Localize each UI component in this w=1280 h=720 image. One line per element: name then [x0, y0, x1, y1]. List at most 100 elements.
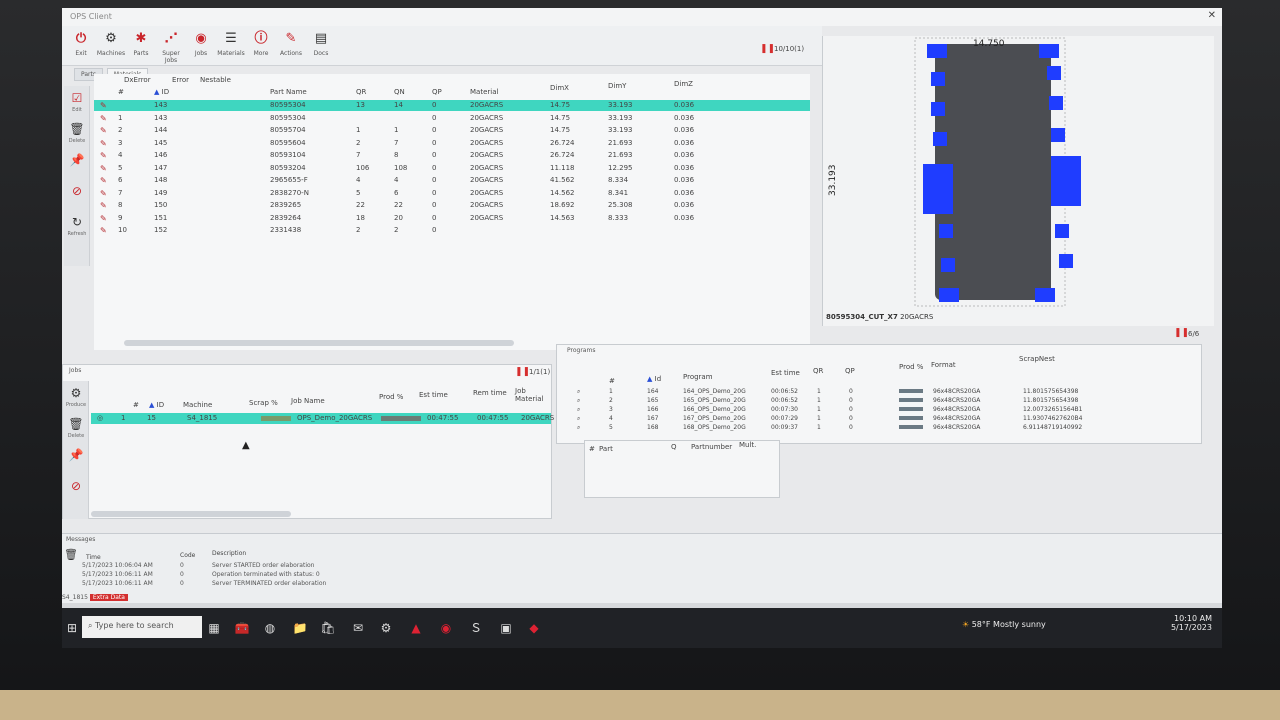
col-partname[interactable]: Part Name	[270, 88, 307, 96]
refresh-button[interactable]: ↻ Refresh	[66, 213, 88, 241]
table-row[interactable]: ✎ 9 151 2839264 18 20 0 20GACRS 14.563 8.333 0.036	[94, 213, 810, 224]
pl-col-mult[interactable]: Mult.	[739, 441, 756, 449]
jobs-col-id[interactable]: ▲ ID	[149, 401, 164, 409]
materials-button[interactable]: ☰ Materials	[216, 30, 246, 64]
prog-col-qp[interactable]: QP	[845, 367, 855, 375]
pl-col-num[interactable]: #	[589, 445, 595, 453]
prog-col-num[interactable]: #	[609, 377, 615, 385]
prog-col-program[interactable]: Program	[683, 373, 713, 381]
chrome-icon[interactable]: ◍	[260, 618, 280, 638]
pl-col-part[interactable]: Part	[599, 445, 613, 453]
jobs-hscroll[interactable]	[91, 511, 291, 517]
col-dimx[interactable]: DimX	[550, 84, 569, 92]
msg-col-time[interactable]: Time	[86, 554, 101, 561]
tab-messages[interactable]: Messages	[66, 536, 95, 543]
table-row[interactable]: ✎ 4 146 80593104 7 8 0 20GACRS 26.724 21.693 0.036	[94, 150, 810, 161]
table-row[interactable]: ✎ 6 148 2965655-F 4 4 0 20GACRS 41.562 8.334 0.036	[94, 175, 810, 186]
app-triangle-icon[interactable]: ▲	[406, 618, 426, 638]
machines-button[interactable]: ⚙ Machines	[96, 30, 126, 64]
prog-col-format[interactable]: Format	[931, 361, 956, 369]
table-row[interactable]: ✎ 143 80595304 13 14 0 20GACRS 14.75 33.193 0.036	[94, 100, 810, 111]
table-row[interactable]: ✎ 3 145 80595604 2 7 0 20GACRS 26.724 21.693 0.036	[94, 138, 810, 149]
app-circle-icon[interactable]: ◉	[436, 618, 456, 638]
more-button[interactable]: ⓘ More	[246, 30, 276, 64]
msg-col-desc[interactable]: Description	[212, 550, 246, 557]
jobs-pause-icon[interactable]: ❚❚	[515, 367, 530, 377]
col-qr[interactable]: QR	[356, 88, 366, 96]
table-row[interactable]: ✎ 8 150 2839265 22 22 0 20GACRS 18.692 25.308 0.03…	[94, 200, 810, 211]
msg-col-code[interactable]: Code	[180, 552, 195, 559]
toolbox-icon[interactable]: 🧰	[232, 618, 252, 638]
col-num[interactable]: #	[118, 88, 124, 96]
search-icon[interactable]: ⌕	[577, 388, 580, 396]
filter-error[interactable]: Error	[172, 76, 189, 84]
table-row[interactable]: ✎ 1 143 80595304 0 20GACRS 14.75 33.193 0.036	[94, 113, 810, 124]
app-s-icon[interactable]: Ｓ	[466, 618, 486, 638]
app-ops-icon[interactable]: ◆	[524, 618, 544, 638]
clock[interactable]: 10:10 AM 5/17/2023	[1171, 614, 1212, 632]
tab-programs[interactable]: Programs	[567, 347, 595, 354]
program-row[interactable]: ⌕ 5 168 168_OPS_Demo_20G 00:09:37 1 0 96x48CRS2…	[577, 423, 1177, 434]
parts-button[interactable]: ✱ Parts	[126, 30, 156, 64]
taskbar-search[interactable]: ⌕ Type here to search	[82, 616, 202, 638]
clear-messages-icon[interactable]: 🗑	[64, 548, 78, 561]
file-explorer-icon[interactable]: 📁	[290, 618, 310, 638]
prog-col-est[interactable]: Est time	[771, 369, 800, 377]
task-view-icon[interactable]: ▦	[204, 618, 224, 638]
close-icon[interactable]: ✕	[1208, 10, 1216, 21]
windows-start-icon[interactable]: ⊞	[62, 618, 82, 638]
jobs-col-est[interactable]: Est time	[419, 391, 448, 399]
search-icon[interactable]: ⌕	[577, 415, 580, 423]
jobs-col-jobname[interactable]: Job Name	[291, 397, 325, 405]
col-dimy[interactable]: DimY	[608, 82, 626, 90]
jobs-col-machine[interactable]: Machine	[183, 401, 212, 409]
job-stop-button[interactable]: ⊘	[65, 477, 87, 505]
jobs-col-rem[interactable]: Rem time	[473, 389, 507, 397]
weather-widget[interactable]: ☀ 58°F Mostly sunny	[962, 620, 1046, 629]
table-row[interactable]: ✎ 5 147 80593204 106 108 0 20GACRS 11.118 12.295 0…	[94, 163, 810, 174]
jobs-button[interactable]: ◉ Jobs	[186, 30, 216, 64]
extra-data-badge[interactable]: Extra Data	[89, 594, 128, 601]
actions-button[interactable]: ✎ Actions	[276, 30, 306, 64]
job-delete-button[interactable]: 🗑 Delete	[65, 415, 87, 443]
mail-icon[interactable]: ✉	[348, 618, 368, 638]
col-dimz[interactable]: DimZ	[674, 80, 693, 88]
prog-col-id[interactable]: ▲ Id	[647, 375, 661, 383]
pause-icon[interactable]: ❚❚	[760, 44, 775, 54]
pin-button[interactable]: 📌	[66, 151, 88, 179]
docs-button[interactable]: ▤ Docs	[306, 30, 336, 64]
jobs-col-scrap[interactable]: Scrap %	[249, 399, 278, 407]
settings-icon[interactable]: ⚙	[376, 618, 396, 638]
col-qn[interactable]: QN	[394, 88, 405, 96]
stop-button[interactable]: ⊘	[66, 182, 88, 210]
col-qp[interactable]: QP	[432, 88, 442, 96]
app-box-icon[interactable]: ▣	[496, 618, 516, 638]
exit-button[interactable]: ⏻ Exit	[66, 30, 96, 64]
prog-col-prod[interactable]: Prod %	[899, 363, 923, 371]
pl-col-q[interactable]: Q	[671, 443, 677, 451]
prog-col-qr[interactable]: QR	[813, 367, 823, 375]
filter-nestable[interactable]: Nestable	[200, 76, 231, 84]
tab-jobs[interactable]: Jobs	[69, 367, 81, 374]
search-icon[interactable]: ⌕	[577, 397, 580, 405]
job-pin-button[interactable]: 📌	[65, 446, 87, 474]
search-icon[interactable]: ⌕	[577, 406, 580, 414]
table-row[interactable]: ✎ 10 152 2331438 2 2 0	[94, 225, 810, 236]
pl-col-partnumber[interactable]: Partnumber	[691, 443, 732, 451]
search-icon[interactable]: ⌕	[577, 424, 580, 432]
job-row[interactable]: ◎ 1 15 S4_1815 OPS_Demo_20GACRS 00:47:55…	[91, 413, 554, 424]
filter-dxerror[interactable]: DxError	[124, 76, 151, 84]
produce-button[interactable]: ⚙ Produce	[65, 384, 87, 412]
superjobs-button[interactable]: ⋰ Super Jobs	[156, 30, 186, 64]
jobs-col-prod[interactable]: Prod %	[379, 393, 403, 401]
table-row[interactable]: ✎ 2 144 80595704 1 1 0 20GACRS 14.75 33.193 0.036	[94, 125, 810, 136]
jobs-col-num[interactable]: #	[133, 401, 139, 409]
edit-button[interactable]: ☑ Edit	[66, 89, 88, 117]
table-row[interactable]: ✎ 7 149 2838270-N 5 6 0 20GACRS 14.562 8.341 0.036	[94, 188, 810, 199]
preview-pause-icon[interactable]: ❚❚	[1174, 328, 1189, 338]
delete-button[interactable]: 🗑 Delete	[66, 120, 88, 148]
parts-hscroll[interactable]	[124, 340, 514, 346]
store-icon[interactable]: 🛍	[318, 618, 338, 638]
col-id[interactable]: ▲ ID	[154, 88, 169, 96]
col-material[interactable]: Material	[470, 88, 498, 96]
